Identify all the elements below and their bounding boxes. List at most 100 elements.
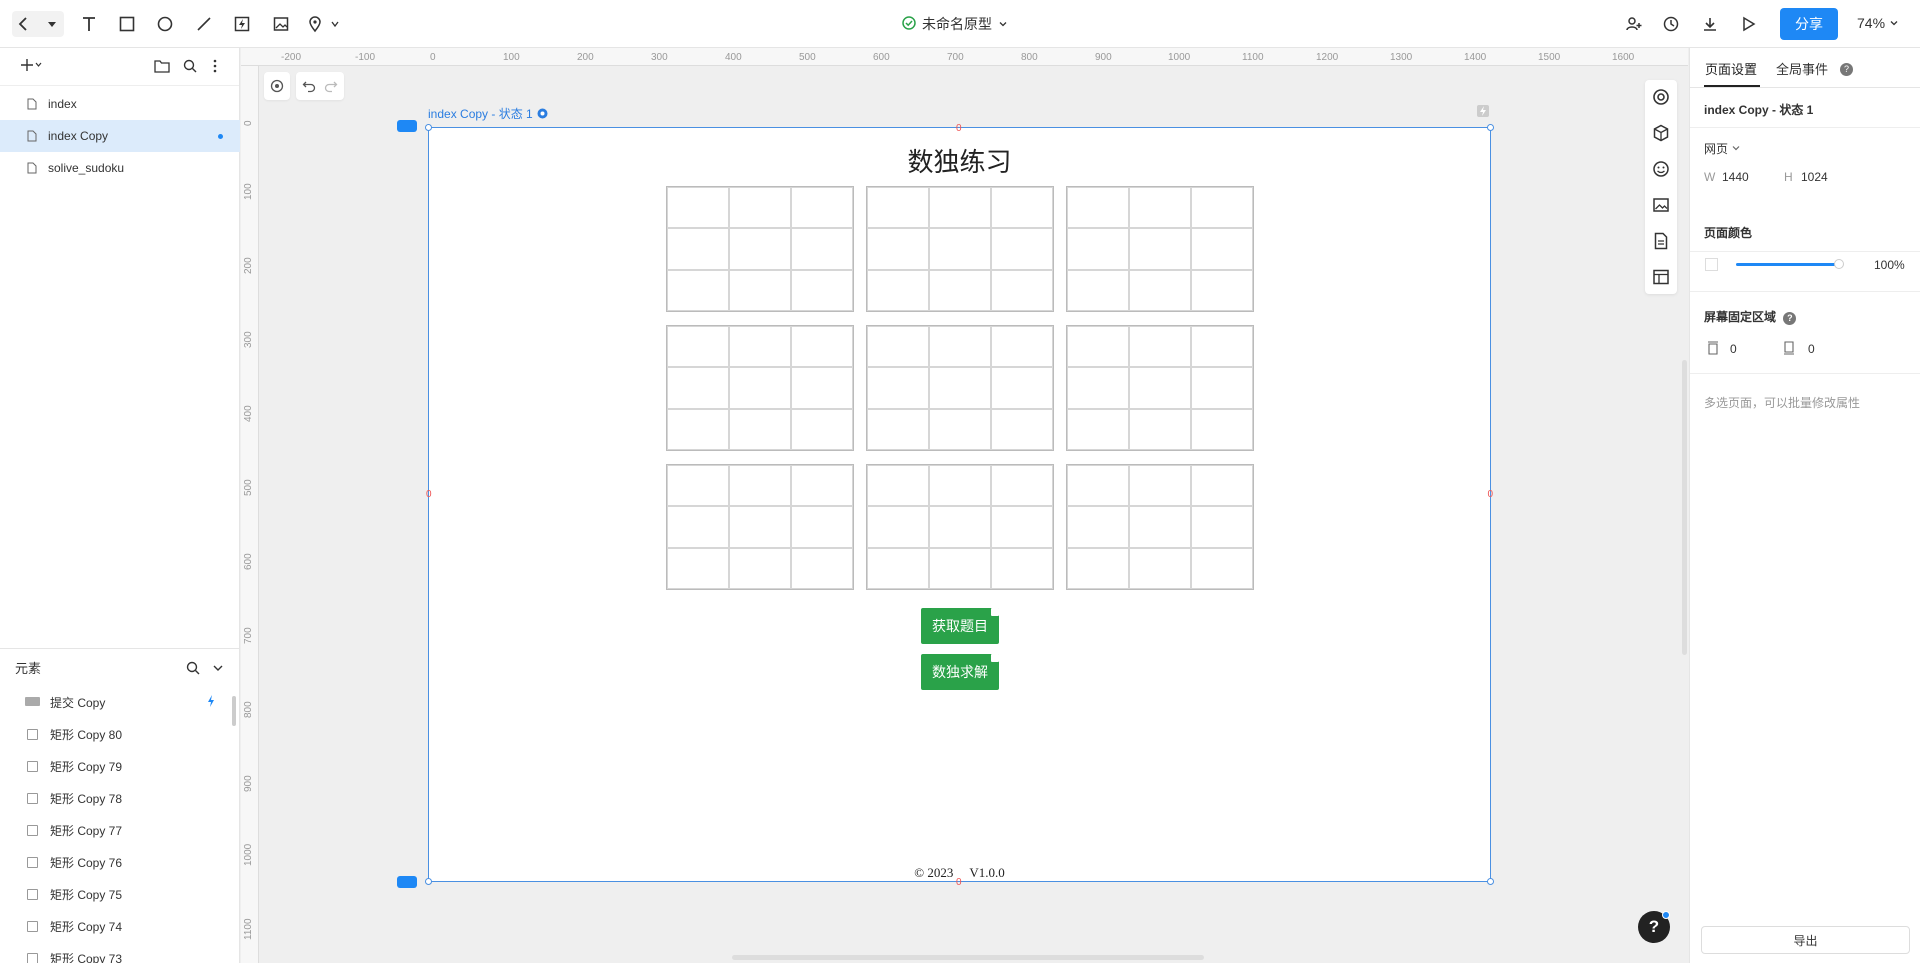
sudoku-cell[interactable]: [667, 187, 729, 229]
sudoku-cell[interactable]: [991, 547, 1053, 589]
image-tool-icon[interactable]: [269, 12, 293, 36]
list-item[interactable]: 矩形 Copy 77: [0, 814, 240, 846]
sudoku-cell[interactable]: [667, 547, 729, 589]
get-puzzle-button[interactable]: 获取题目: [921, 608, 999, 644]
folder-icon[interactable]: [154, 59, 170, 76]
resize-handle[interactable]: [1487, 124, 1494, 131]
sudoku-cell[interactable]: [1067, 269, 1129, 311]
sudoku-cell[interactable]: [991, 465, 1053, 507]
opacity-slider-thumb[interactable]: [1834, 259, 1844, 269]
sudoku-cell[interactable]: [667, 506, 729, 548]
sudoku-cell[interactable]: [1129, 465, 1191, 507]
sudoku-cell[interactable]: [991, 326, 1053, 368]
sudoku-cell[interactable]: [667, 228, 729, 270]
sudoku-cell[interactable]: [1191, 326, 1253, 368]
sudoku-cell[interactable]: [791, 465, 853, 507]
more-vertical-icon[interactable]: [212, 59, 218, 76]
fixed-top-value[interactable]: 0: [1730, 342, 1737, 356]
sudoku-cell[interactable]: [867, 547, 929, 589]
page-item-solive-sudoku[interactable]: solive_sudoku: [0, 152, 240, 184]
document-icon[interactable]: [1652, 232, 1670, 250]
sudoku-cell[interactable]: [1067, 408, 1129, 450]
frame-label[interactable]: index Copy - 状态 1: [428, 105, 548, 122]
sudoku-cell[interactable]: [1067, 465, 1129, 507]
sudoku-cell[interactable]: [991, 187, 1053, 229]
redo-icon[interactable]: [324, 79, 338, 93]
line-tool-icon[interactable]: [192, 12, 216, 36]
target-tool[interactable]: [264, 72, 290, 100]
history-icon[interactable]: [1659, 12, 1683, 36]
sudoku-cell[interactable]: [929, 326, 991, 368]
sudoku-cell[interactable]: [1129, 506, 1191, 548]
sudoku-cell[interactable]: [1129, 187, 1191, 229]
sudoku-cell[interactable]: [667, 465, 729, 507]
sudoku-cell[interactable]: [1067, 187, 1129, 229]
sudoku-cell[interactable]: [791, 547, 853, 589]
sudoku-cell[interactable]: [791, 187, 853, 229]
frame-pin-bottom[interactable]: [397, 876, 417, 888]
opacity-slider[interactable]: [1736, 263, 1838, 266]
component-icon[interactable]: [1652, 124, 1670, 142]
document-title[interactable]: 未命名原型: [902, 14, 1008, 34]
height-value[interactable]: 1024: [1801, 170, 1828, 184]
sudoku-cell[interactable]: [991, 228, 1053, 270]
help-icon[interactable]: ?: [1840, 60, 1853, 76]
sudoku-cell[interactable]: [867, 228, 929, 270]
sudoku-cell[interactable]: [991, 269, 1053, 311]
sudoku-cell[interactable]: [929, 506, 991, 548]
sudoku-cell[interactable]: [1191, 187, 1253, 229]
sudoku-cell[interactable]: [667, 367, 729, 409]
page-color-swatch[interactable]: [1705, 258, 1718, 271]
chevron-down-icon[interactable]: [212, 662, 224, 677]
sudoku-cell[interactable]: [729, 269, 791, 311]
list-item[interactable]: 矩形 Copy 78: [0, 782, 240, 814]
opacity-value[interactable]: 100%: [1874, 258, 1905, 272]
sudoku-cell[interactable]: [929, 228, 991, 270]
sudoku-cell[interactable]: [729, 465, 791, 507]
page-item-index-copy[interactable]: index Copy: [0, 120, 240, 152]
sudoku-cell[interactable]: [1129, 408, 1191, 450]
sudoku-cell[interactable]: [929, 465, 991, 507]
sudoku-cell[interactable]: [1191, 547, 1253, 589]
back-arrow-icon[interactable]: [12, 12, 36, 36]
zoom-level[interactable]: 74%: [1857, 15, 1899, 31]
sudoku-cell[interactable]: [1191, 228, 1253, 270]
sudoku-cell[interactable]: [1129, 367, 1191, 409]
sudoku-cell[interactable]: [991, 367, 1053, 409]
sudoku-cell[interactable]: [729, 326, 791, 368]
search-icon[interactable]: [186, 661, 200, 678]
export-button[interactable]: 导出: [1701, 926, 1910, 954]
sudoku-cell[interactable]: [991, 408, 1053, 450]
sudoku-cell[interactable]: [1129, 326, 1191, 368]
ellipse-tool-icon[interactable]: [153, 12, 177, 36]
list-item[interactable]: 矩形 Copy 76: [0, 846, 240, 878]
list-item[interactable]: 矩形 Copy 75: [0, 878, 240, 910]
sudoku-cell[interactable]: [929, 547, 991, 589]
play-icon[interactable]: [1736, 12, 1760, 36]
sudoku-cell[interactable]: [1067, 326, 1129, 368]
sudoku-cell[interactable]: [1129, 547, 1191, 589]
list-item[interactable]: 矩形 Copy 74: [0, 910, 240, 942]
sudoku-cell[interactable]: [1129, 228, 1191, 270]
sudoku-cell[interactable]: [1067, 228, 1129, 270]
canvas-vertical-scrollbar[interactable]: [1682, 360, 1687, 655]
list-item[interactable]: 矩形 Copy 73: [0, 942, 240, 963]
frame-pin-top[interactable]: [397, 120, 417, 132]
sudoku-cell[interactable]: [1191, 367, 1253, 409]
sudoku-cell[interactable]: [929, 367, 991, 409]
help-icon[interactable]: ?: [1783, 311, 1797, 325]
sudoku-cell[interactable]: [791, 269, 853, 311]
chevron-down-icon[interactable]: [323, 12, 347, 36]
sudoku-cell[interactable]: [729, 187, 791, 229]
text-tool-icon[interactable]: [77, 12, 101, 36]
sudoku-cell[interactable]: [791, 326, 853, 368]
sudoku-cell[interactable]: [929, 408, 991, 450]
search-icon[interactable]: [183, 59, 197, 76]
list-item[interactable]: 矩形 Copy 80: [0, 718, 240, 750]
sudoku-cell[interactable]: [867, 326, 929, 368]
sudoku-cell[interactable]: [867, 408, 929, 450]
chevron-down-icon[interactable]: [40, 12, 64, 36]
sudoku-cell[interactable]: [1191, 269, 1253, 311]
share-button[interactable]: 分享: [1780, 8, 1838, 40]
sudoku-cell[interactable]: [867, 367, 929, 409]
